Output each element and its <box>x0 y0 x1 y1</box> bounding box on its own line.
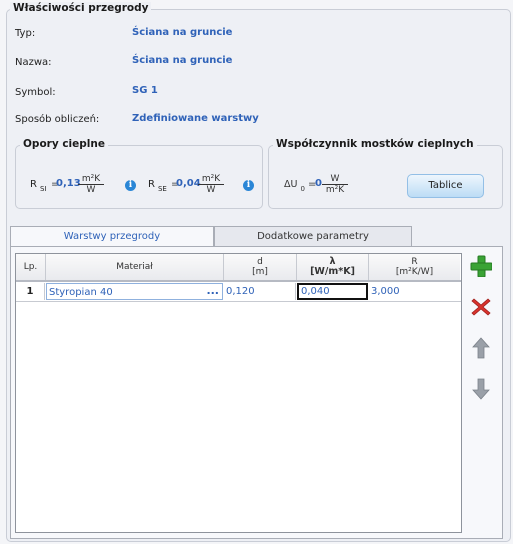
calc-method-label: Sposób obliczeń: <box>15 114 100 125</box>
rsi-unit-num: m²K <box>78 174 104 185</box>
arrow-up-icon <box>472 337 490 359</box>
col-header-r[interactable]: R [m²K/W] <box>369 254 460 280</box>
rse-unit: m²K W <box>198 174 224 195</box>
col-header-d[interactable]: d [m] <box>224 254 297 280</box>
row-material[interactable]: Styropian 40 ... <box>46 283 223 300</box>
col-header-lp-label: Lp. <box>23 262 38 272</box>
row-r: 3,000 <box>371 286 400 297</box>
rse-value: 0,04 <box>176 178 201 189</box>
symbol-value: SG 1 <box>132 85 158 96</box>
info-icon[interactable]: i <box>243 180 254 191</box>
thermal-resistance-group <box>15 145 263 209</box>
tab-additional-params[interactable]: Dodatkowe parametry <box>214 226 412 247</box>
move-down-button[interactable] <box>468 377 494 401</box>
arrow-down-icon <box>472 378 490 400</box>
type-value: Ściana na gruncie <box>132 27 233 38</box>
col-header-lambda[interactable]: λ [W/m*K] <box>297 254 369 280</box>
symbol-label: Symbol: <box>15 87 56 98</box>
add-layer-button[interactable] <box>468 254 494 278</box>
row-lp: 1 <box>16 283 45 300</box>
delete-x-icon <box>471 298 491 316</box>
col-header-r-label: R <box>411 257 418 267</box>
layers-table: Lp. Materiał d [m] λ [W/m*K] R [m²K/W] 1… <box>15 253 462 533</box>
name-label: Nazwa: <box>15 57 52 68</box>
tab-layers[interactable]: Warstwy przegrody <box>10 226 214 248</box>
delete-layer-button[interactable] <box>468 295 494 319</box>
plus-icon <box>470 255 492 277</box>
move-up-button[interactable] <box>468 336 494 360</box>
rse-unit-den: W <box>206 185 216 195</box>
rse-symbol-letter: R <box>148 179 155 190</box>
thermal-bridges-title: Współczynnik mostków cieplnych <box>273 138 477 150</box>
delta-u-unit-num: W <box>322 174 348 185</box>
delta-u-unit-den: m²K <box>325 185 345 195</box>
name-value: Ściana na gruncie <box>132 55 233 66</box>
rsi-unit: m²K W <box>78 174 104 195</box>
rsi-subscript: SI <box>39 185 47 193</box>
delta-u-value: 0 <box>315 178 322 189</box>
col-header-lambda-unit: [W/m*K] <box>310 266 355 277</box>
delta-u-letter: ΔU <box>284 179 298 190</box>
tables-button[interactable]: Tablice <box>407 174 484 198</box>
panel-title: Właściwości przegrody <box>10 2 152 14</box>
rse-unit-num: m²K <box>198 174 224 185</box>
rsi-symbol: R SI <box>30 179 47 193</box>
calc-method-value: Zdefiniowane warstwy <box>132 113 259 124</box>
col-header-d-unit: [m] <box>252 267 268 277</box>
rsi-unit-den: W <box>86 185 96 195</box>
col-header-lp[interactable]: Lp. <box>16 254 46 280</box>
row-material-name: Styropian 40 <box>49 287 113 298</box>
row-lambda[interactable]: 0,040 <box>297 283 368 300</box>
col-header-material[interactable]: Materiał <box>46 254 224 280</box>
delta-u-subscript: 0 <box>300 185 305 193</box>
material-picker-button[interactable]: ... <box>206 282 219 299</box>
thermal-resistance-title: Opory cieplne <box>20 138 108 150</box>
col-header-material-label: Materiał <box>116 262 153 272</box>
rsi-symbol-letter: R <box>30 179 37 190</box>
rsi-value: 0,13 <box>56 178 81 189</box>
col-header-r-unit: [m²K/W] <box>395 267 434 277</box>
col-header-d-label: d <box>257 257 263 267</box>
info-icon[interactable]: i <box>125 180 136 191</box>
row-d[interactable]: 0,120 <box>224 283 296 300</box>
type-label: Typ: <box>15 28 36 39</box>
rse-symbol: R SE <box>148 179 167 193</box>
delta-u-symbol: ΔU 0 <box>284 179 305 193</box>
delta-u-unit: W m²K <box>322 174 348 195</box>
rse-subscript: SE <box>157 185 167 193</box>
